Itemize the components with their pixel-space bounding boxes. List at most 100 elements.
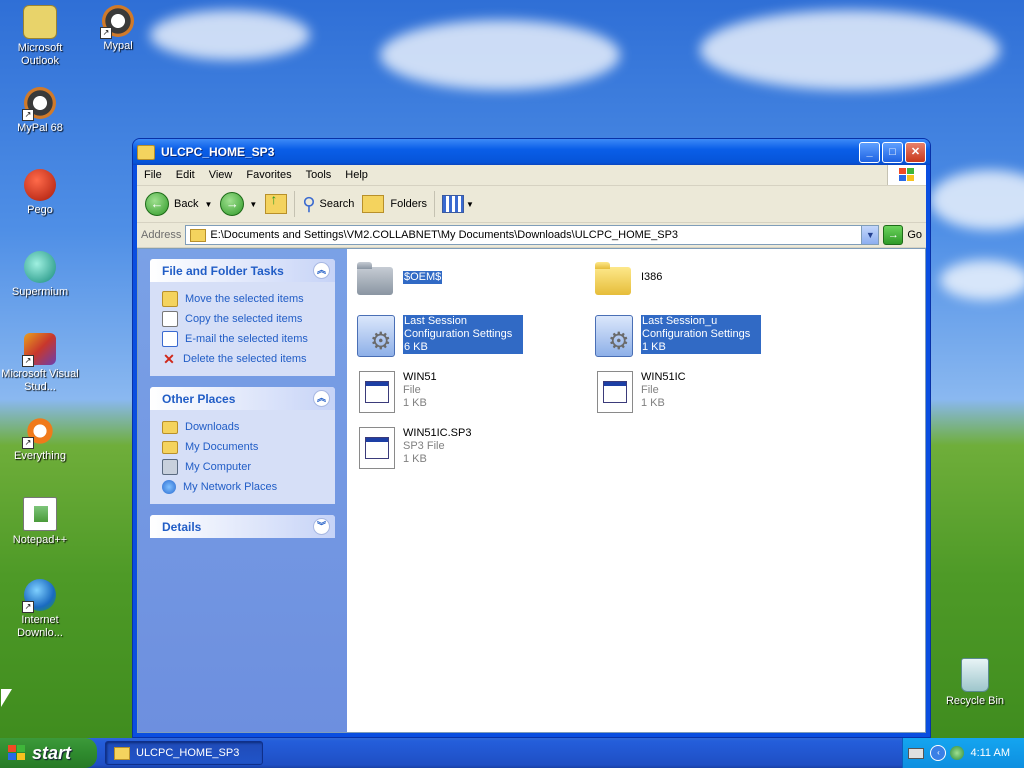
- generic-file-icon: [359, 427, 395, 469]
- search-button[interactable]: ⚲ Search: [298, 189, 358, 219]
- menu-bar: File Edit View Favorites Tools Help: [137, 165, 926, 186]
- desktop-icon-idm[interactable]: ↗ Internet Downlo...: [0, 579, 80, 640]
- address-bar: Address E:\Documents and Settings\VM2.CO…: [137, 223, 926, 248]
- file-item[interactable]: I386: [593, 259, 662, 301]
- config-settings-icon: [357, 315, 395, 357]
- views-button[interactable]: ▼: [438, 189, 478, 219]
- config-settings-icon: [595, 315, 633, 357]
- expand-chevron-icon[interactable]: ︾: [313, 518, 330, 535]
- dropdown-arrow-icon[interactable]: ▼: [204, 200, 212, 209]
- file-item[interactable]: Last Session_u Configuration Settings 1 …: [593, 313, 761, 357]
- address-input[interactable]: E:\Documents and Settings\VM2.COLLABNET\…: [185, 225, 880, 245]
- taskbar-item-explorer[interactable]: ULCPC_HOME_SP3: [105, 741, 263, 765]
- folder-icon: [162, 420, 178, 434]
- menu-file[interactable]: File: [137, 169, 169, 181]
- views-icon: [442, 195, 465, 213]
- file-item[interactable]: $OEM$: [355, 259, 443, 301]
- window-titlebar[interactable]: ULCPC_HOME_SP3 _ □ ✕: [133, 139, 930, 165]
- file-item[interactable]: WIN51IC File 1 KB: [593, 369, 686, 413]
- task-delete[interactable]: ✕ Delete the selected items: [162, 349, 335, 369]
- tray-expand-icon[interactable]: ‹: [930, 745, 947, 761]
- folder-icon: [114, 746, 130, 760]
- supermium-icon: [24, 251, 56, 283]
- place-downloads[interactable]: Downloads: [162, 417, 335, 437]
- idm-icon: ↗: [22, 579, 56, 613]
- desktop-icon-mypal[interactable]: ↗ Mypal: [78, 5, 158, 53]
- menu-help[interactable]: Help: [338, 169, 375, 181]
- maximize-button[interactable]: □: [882, 141, 903, 163]
- menu-view[interactable]: View: [202, 169, 240, 181]
- folder-icon: [595, 262, 631, 295]
- place-my-computer[interactable]: My Computer: [162, 457, 335, 477]
- go-arrow-icon: →: [883, 225, 904, 245]
- menu-edit[interactable]: Edit: [169, 169, 202, 181]
- task-pane: File and Folder Tasks ︽ Move the selecte…: [138, 249, 347, 732]
- panel-header[interactable]: Details ︾: [150, 515, 335, 538]
- toolbar-separator: [434, 191, 436, 217]
- mypal-icon: ↗: [100, 5, 134, 39]
- file-item[interactable]: Last Session Configuration Settings 6 KB: [355, 313, 523, 357]
- details-panel: Details ︾: [150, 515, 335, 538]
- file-item[interactable]: WIN51 File 1 KB: [355, 369, 437, 413]
- folders-button[interactable]: Folders: [358, 189, 431, 219]
- task-copy[interactable]: Copy the selected items: [162, 309, 335, 329]
- network-icon[interactable]: [950, 746, 965, 760]
- keyboard-icon[interactable]: [908, 747, 925, 759]
- desktop-icon-visual-studio[interactable]: ↗ Microsoft Visual Stud...: [0, 333, 80, 394]
- notepadpp-icon: [23, 497, 57, 531]
- up-folder-button[interactable]: ↑: [261, 189, 291, 219]
- folder-icon: [137, 144, 155, 160]
- menu-favorites[interactable]: Favorites: [239, 169, 298, 181]
- window-title: ULCPC_HOME_SP3: [161, 145, 275, 159]
- panel-header[interactable]: Other Places ︽: [150, 387, 335, 410]
- forward-arrow-icon: →: [220, 192, 245, 216]
- dropdown-arrow-icon[interactable]: ▼: [466, 200, 474, 209]
- minimize-button[interactable]: _: [859, 141, 880, 163]
- file-folder-tasks-panel: File and Folder Tasks ︽ Move the selecte…: [150, 259, 335, 376]
- everything-icon: ↗: [22, 415, 56, 449]
- windows-logo-icon: [887, 165, 926, 185]
- my-computer-icon: [162, 459, 178, 475]
- file-list: $OEM$ I386 Last Session Configuration Se…: [347, 249, 925, 732]
- desktop-icon-recycle-bin[interactable]: Recycle Bin: [935, 658, 1015, 708]
- desktop-icon-everything[interactable]: ↗ Everything: [0, 415, 80, 463]
- email-icon: [162, 331, 178, 347]
- delete-icon: ✕: [163, 351, 175, 367]
- address-dropdown-button[interactable]: ▼: [861, 226, 879, 244]
- collapse-chevron-icon[interactable]: ︽: [313, 262, 330, 279]
- folder-icon: [357, 262, 393, 295]
- collapse-chevron-icon[interactable]: ︽: [313, 390, 330, 407]
- toolbar: ← Back ▼ → ▼ ↑ ⚲ Search Folders ▼: [137, 186, 926, 223]
- place-my-network[interactable]: My Network Places: [162, 477, 335, 497]
- address-path: E:\Documents and Settings\VM2.COLLABNET\…: [210, 229, 679, 241]
- menu-tools[interactable]: Tools: [299, 169, 339, 181]
- clock[interactable]: 4:11 AM: [970, 747, 1010, 759]
- desktop-icon-outlook[interactable]: Microsoft Outlook: [0, 5, 80, 68]
- task-move[interactable]: Move the selected items: [162, 289, 335, 309]
- system-tray: ‹ 4:11 AM: [902, 738, 1024, 768]
- back-button[interactable]: ← Back ▼: [141, 189, 216, 219]
- desktop-icon-mypal68[interactable]: ↗ MyPal 68: [0, 87, 80, 135]
- mypal-icon: ↗: [22, 87, 56, 121]
- dropdown-arrow-icon[interactable]: ▼: [249, 200, 257, 209]
- other-places-panel: Other Places ︽ Downloads My Documents My…: [150, 387, 335, 504]
- panel-header[interactable]: File and Folder Tasks ︽: [150, 259, 335, 282]
- desktop-icon-notepadpp[interactable]: Notepad++: [0, 497, 80, 547]
- toolbar-separator: [294, 191, 296, 217]
- search-icon: ⚲: [302, 193, 316, 214]
- desktop-icon-pego[interactable]: Pego: [0, 169, 80, 217]
- close-button[interactable]: ✕: [905, 141, 926, 163]
- outlook-icon: [23, 5, 57, 39]
- file-item[interactable]: WIN51IC.SP3 SP3 File 1 KB: [355, 425, 471, 469]
- desktop-icon-supermium[interactable]: Supermium: [0, 251, 80, 299]
- go-button[interactable]: → Go: [883, 225, 922, 245]
- network-icon: [162, 480, 176, 494]
- place-my-documents[interactable]: My Documents: [162, 437, 335, 457]
- address-label: Address: [141, 229, 182, 241]
- start-button[interactable]: start: [0, 738, 97, 768]
- pego-icon: [24, 169, 56, 201]
- task-email[interactable]: E-mail the selected items: [162, 329, 335, 349]
- folder-icon: [190, 228, 207, 242]
- windows-logo-icon: [8, 745, 26, 761]
- forward-button[interactable]: → ▼: [216, 189, 261, 219]
